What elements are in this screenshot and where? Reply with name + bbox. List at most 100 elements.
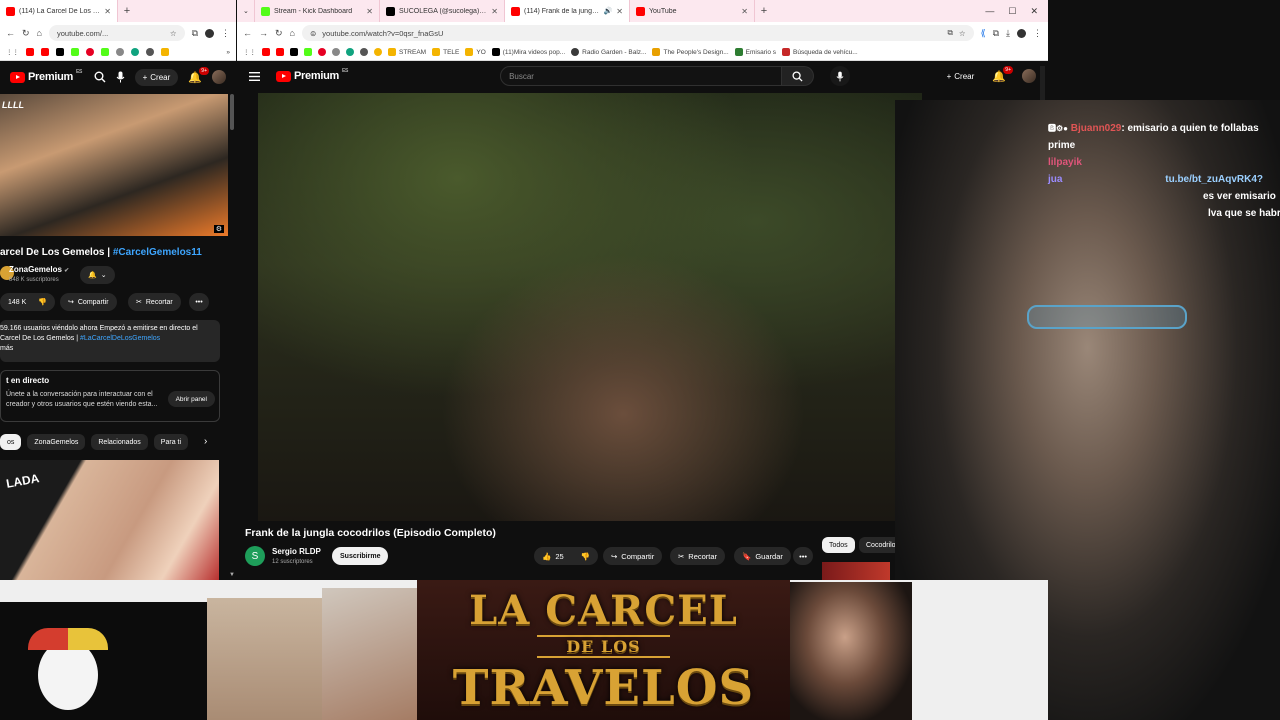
- tab-tiktok-sucolega[interactable]: SUCOLEGA (@sucolega) | Tik ✕: [380, 0, 505, 22]
- close-tab-icon[interactable]: ✕: [491, 7, 498, 16]
- bookmark-globe-icon[interactable]: [116, 48, 124, 56]
- account-avatar[interactable]: [212, 70, 226, 84]
- bookmark-stream[interactable]: STREAM: [388, 48, 426, 56]
- create-button[interactable]: + Crear: [939, 68, 983, 85]
- bookmark-emisario[interactable]: Emisario s: [734, 48, 776, 56]
- new-tab-button[interactable]: +: [118, 5, 136, 17]
- bookmark-pinterest-icon[interactable]: [318, 48, 326, 56]
- bookmark-globe-icon[interactable]: [332, 48, 340, 56]
- close-tab-icon[interactable]: ✕: [104, 7, 111, 16]
- settings-icon[interactable]: ⚙: [213, 225, 224, 233]
- open-chat-panel-button[interactable]: Abrir panel: [167, 391, 215, 407]
- subscribed-bell-button[interactable]: 🔔 ⌄: [80, 266, 115, 284]
- share-button[interactable]: ↪ Compartir: [60, 293, 117, 311]
- bookmark-globe-icon[interactable]: [360, 48, 368, 56]
- live-video-player[interactable]: LLLL ⚙: [0, 94, 228, 236]
- bookmark-star-icon[interactable]: ☆: [170, 29, 177, 38]
- bookmark-kick-icon[interactable]: [101, 48, 109, 56]
- save-button[interactable]: 🔖 Guardar: [734, 547, 791, 565]
- home-icon[interactable]: ⌂: [290, 28, 295, 38]
- back-icon[interactable]: ←: [6, 28, 15, 38]
- chip-all[interactable]: os: [0, 434, 22, 450]
- profile-icon[interactable]: [205, 28, 214, 38]
- thumbs-down-icon[interactable]: 👎: [581, 552, 590, 561]
- dislike-icon[interactable]: 👎: [38, 298, 47, 306]
- youtube-premium-logo[interactable]: Premium ES: [276, 68, 348, 82]
- voice-search-button[interactable]: [830, 66, 851, 86]
- scroll-down-icon[interactable]: ▼: [229, 572, 235, 578]
- youtube-premium-logo[interactable]: Premium ES: [10, 69, 82, 83]
- address-bar[interactable]: youtube.com/... ☆: [48, 25, 185, 41]
- tab-youtube[interactable]: YouTube ✕: [630, 0, 755, 22]
- tab-frank-jungla[interactable]: (114) Frank de la jungla coc 🔊 ✕: [505, 0, 630, 22]
- close-tab-icon[interactable]: ✕: [616, 7, 623, 16]
- site-info-icon[interactable]: ⊜: [310, 29, 316, 38]
- share-button[interactable]: ↪ Compartir: [603, 547, 663, 565]
- bookmark-youtube-icon[interactable]: [262, 48, 270, 56]
- extensions-icon[interactable]: ⧉: [993, 28, 999, 39]
- tab-carcel-gemelos[interactable]: (114) La Carcel De Los Gemelos ✕: [0, 0, 118, 22]
- hashtag-link[interactable]: #CarcelGemelos11: [113, 247, 202, 258]
- show-more-link[interactable]: más: [0, 344, 220, 354]
- bookmark-youtube-icon[interactable]: [26, 48, 34, 56]
- home-icon[interactable]: ⌂: [37, 28, 42, 38]
- bookmark-vehicle-search[interactable]: Búsqueda de vehícu...: [782, 48, 858, 56]
- tab-kick-dashboard[interactable]: Stream - Kick Dashboard ✕: [255, 0, 380, 22]
- close-tab-icon[interactable]: ✕: [366, 7, 373, 16]
- hamburger-menu-icon[interactable]: [249, 71, 260, 81]
- bookmark-radio-garden[interactable]: Radio Garden - Balz...: [571, 48, 646, 56]
- reload-icon[interactable]: ↻: [22, 28, 30, 39]
- downloads-icon[interactable]: ⤓: [1006, 28, 1010, 39]
- reload-icon[interactable]: ↻: [275, 28, 283, 39]
- related-video-thumbnail[interactable]: [822, 562, 890, 580]
- scrollbar-thumb[interactable]: [230, 94, 234, 130]
- close-tab-icon[interactable]: ✕: [741, 7, 748, 16]
- chevron-right-icon[interactable]: ›: [204, 436, 207, 447]
- channel-name[interactable]: Sergio RLDP: [272, 547, 321, 556]
- video-player[interactable]: [258, 93, 922, 521]
- like-button[interactable]: 👍 25: [542, 552, 564, 561]
- search-icon[interactable]: [94, 71, 106, 83]
- notifications-bell-icon[interactable]: 🔔 9+: [188, 66, 209, 84]
- bookmark-youtube-icon[interactable]: [41, 48, 49, 56]
- profile-icon[interactable]: [1017, 28, 1026, 38]
- bookmark-star-icon[interactable]: ☆: [959, 29, 966, 38]
- bookmark-yo[interactable]: YO: [465, 48, 486, 56]
- bookmark-tiktok-videos[interactable]: (11)Mira videos pop...: [491, 48, 565, 56]
- bookmark-openai-icon[interactable]: [131, 48, 139, 56]
- menu-dots-icon[interactable]: ⋮: [221, 28, 230, 39]
- clip-button[interactable]: ✂ Recortar: [670, 547, 726, 565]
- account-avatar[interactable]: [1022, 69, 1036, 83]
- more-bookmarks-icon[interactable]: »: [226, 49, 230, 56]
- bookmark-youtube-icon[interactable]: [276, 48, 284, 56]
- create-button[interactable]: + Crear: [134, 68, 179, 86]
- menu-dots-icon[interactable]: ⋮: [1033, 28, 1042, 39]
- notifications-bell-icon[interactable]: 🔔 9+: [992, 65, 1013, 83]
- clip-button[interactable]: ✂ Recortar: [128, 293, 181, 311]
- close-window-icon[interactable]: ✕: [1030, 6, 1038, 17]
- search-input[interactable]: Buscar: [500, 66, 783, 86]
- bookmark-globe-icon[interactable]: [146, 48, 154, 56]
- minimize-icon[interactable]: —: [985, 6, 994, 17]
- like-dislike-button[interactable]: 148 K 👎: [0, 293, 55, 311]
- microphone-icon[interactable]: [116, 71, 125, 83]
- audio-playing-icon[interactable]: 🔊: [604, 7, 613, 15]
- bookmark-kick-icon[interactable]: [304, 48, 312, 56]
- hashtag-link[interactable]: #LaCarcelDeLosGemelos: [80, 335, 160, 342]
- like-dislike-button[interactable]: 👍 25 👎: [534, 547, 598, 565]
- new-tab-button[interactable]: +: [755, 5, 773, 17]
- chip-all[interactable]: Todos: [822, 537, 855, 553]
- subscribe-button[interactable]: Suscribirme: [332, 547, 389, 565]
- video-description-box[interactable]: 59.166 usuarios viéndolo ahora Empezó a …: [0, 320, 220, 362]
- chip-zonagemelos[interactable]: ZonaGemelos: [27, 434, 86, 450]
- bookmark-tele[interactable]: TELE: [432, 48, 459, 56]
- bookmark-tiktok-icon[interactable]: [290, 48, 298, 56]
- extensions-icon[interactable]: ⧉: [192, 28, 198, 39]
- maximize-icon[interactable]: ☐: [1008, 6, 1016, 17]
- more-actions-button[interactable]: •••: [793, 547, 813, 565]
- extension-icon[interactable]: ⟪: [981, 28, 986, 39]
- bookmark-emoji-icon[interactable]: [374, 48, 382, 56]
- address-bar[interactable]: ⊜ youtube.com/watch?v=0qsr_fnaGsU ⧉ ☆: [301, 25, 974, 41]
- chip-related[interactable]: Relacionados: [91, 434, 148, 450]
- bookmark-pinterest-icon[interactable]: [86, 48, 94, 56]
